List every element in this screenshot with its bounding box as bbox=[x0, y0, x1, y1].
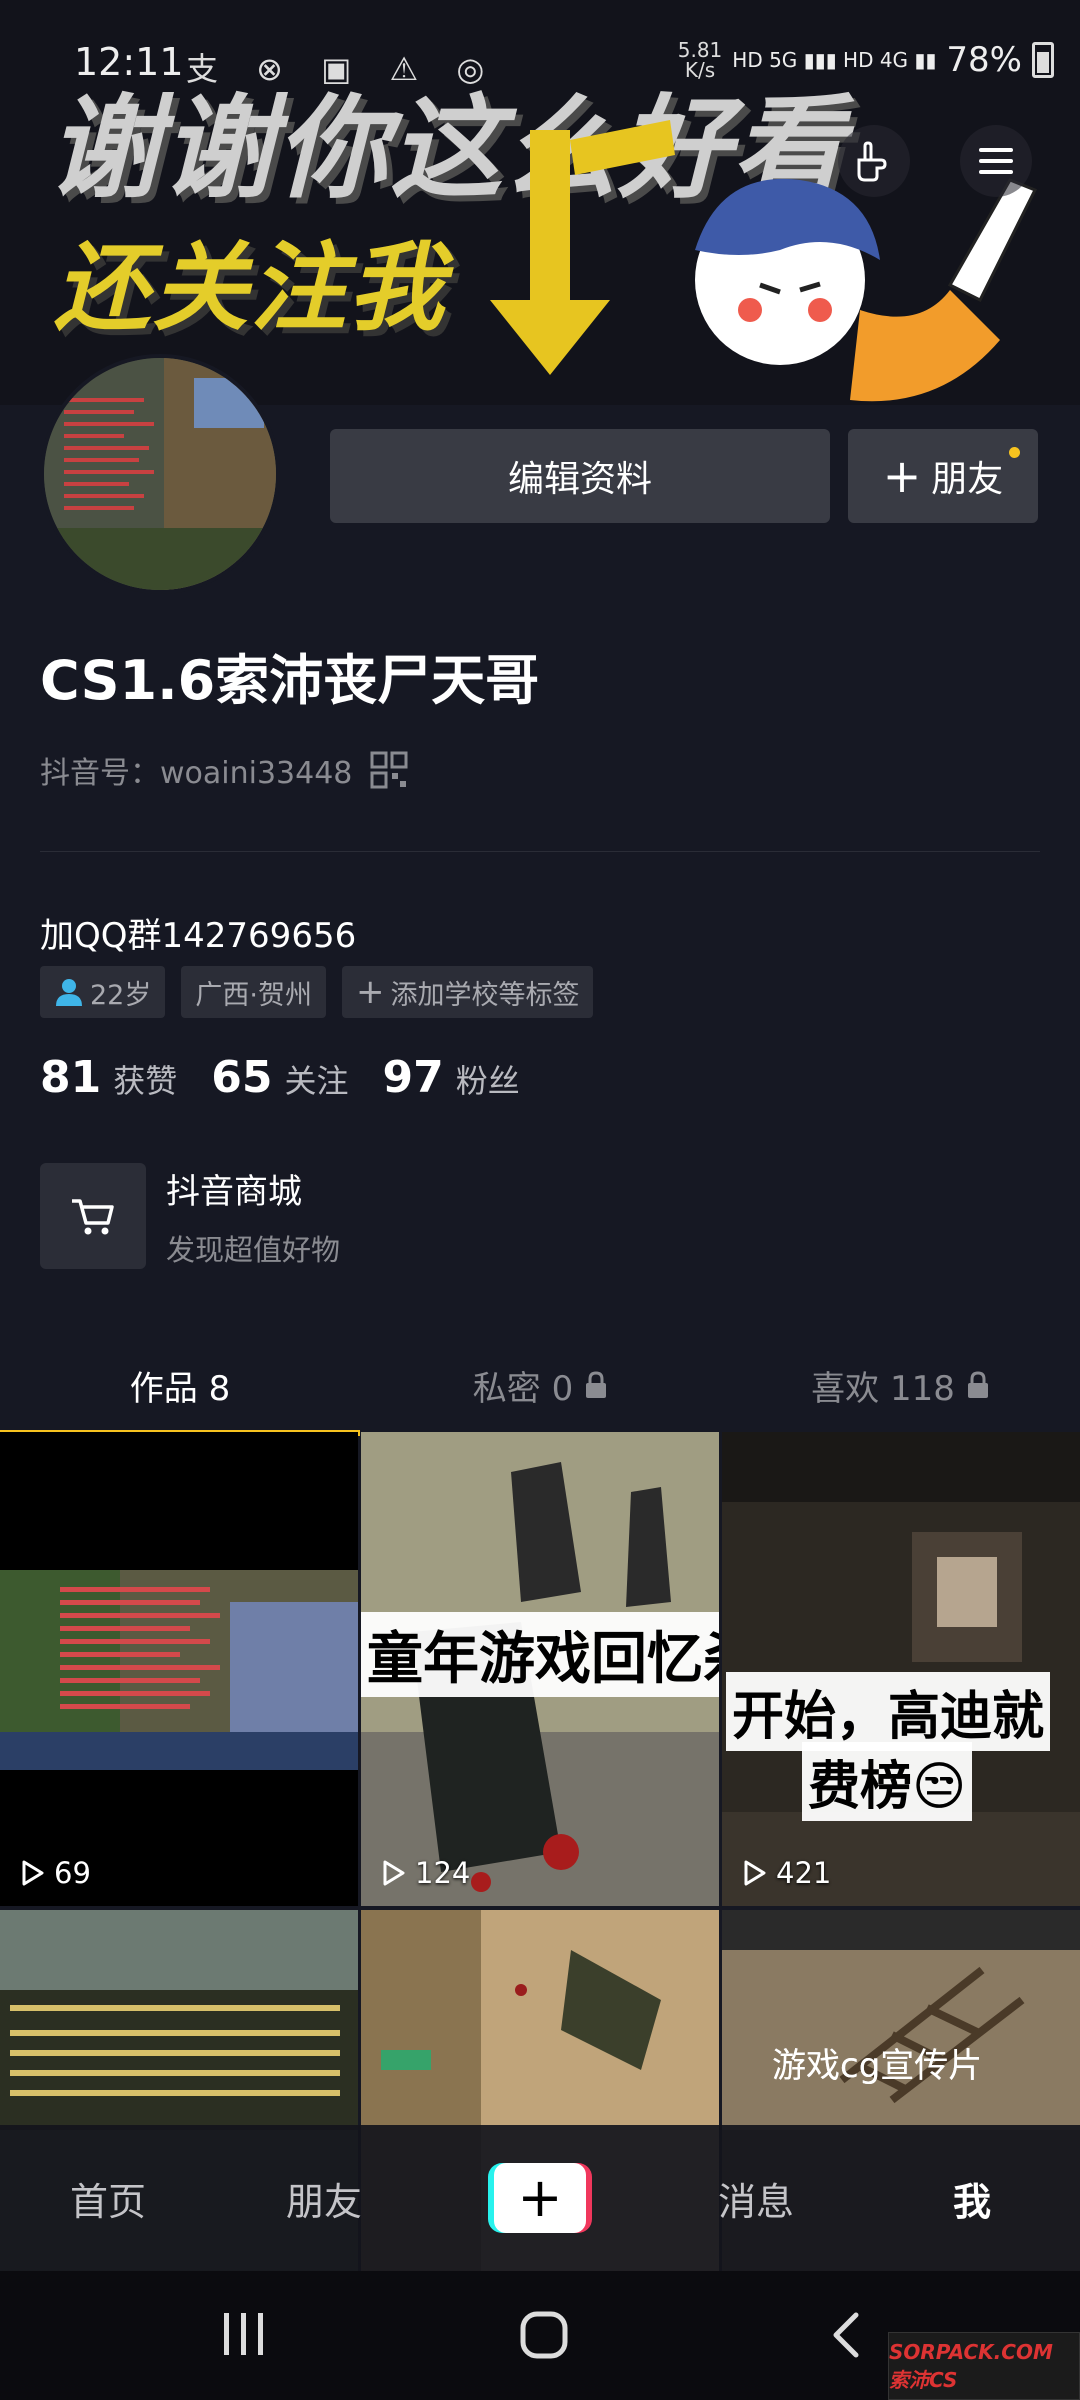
edit-profile-button[interactable]: 编辑资料 bbox=[330, 429, 830, 523]
play-count-value: 124 bbox=[415, 1856, 471, 1890]
plus-icon: + bbox=[494, 2163, 586, 2233]
video-caption-line2: 费榜😒 bbox=[802, 1742, 973, 1821]
avatar-image bbox=[44, 358, 276, 590]
play-icon bbox=[383, 1860, 405, 1886]
add-friend-label: 朋友 bbox=[931, 459, 1004, 500]
recent-apps-icon[interactable] bbox=[222, 2311, 266, 2357]
play-count: 421 bbox=[738, 1856, 831, 1890]
lock-icon bbox=[967, 1371, 988, 1398]
age-tag: 22岁 bbox=[40, 966, 166, 1018]
followers-count: 97 bbox=[382, 1052, 444, 1103]
profile-banner[interactable]: 谢谢你这么好看 还关注我 12:11 支 ⊗ ▣ ⚠ ◎ 5.81 K/s HD… bbox=[0, 0, 1080, 405]
video-thumbnail-image bbox=[722, 1432, 1080, 1906]
notification-icons: 支 ⊗ ▣ ⚠ ◎ bbox=[186, 50, 499, 88]
lock-icon bbox=[586, 1371, 607, 1398]
create-button[interactable]: + bbox=[488, 2163, 592, 2233]
tab-liked-label: 喜欢 118 bbox=[811, 1368, 955, 1409]
play-icon bbox=[22, 1860, 44, 1886]
bottom-nav: 首页 朋友 + 消息 我 bbox=[0, 2125, 1080, 2271]
signal-icons: HD 5G ▮▮▮ HD 4G ▮▮ bbox=[732, 48, 937, 72]
tab-works[interactable]: 作品 8 bbox=[0, 1340, 360, 1436]
stats-row: 81 获赞 65 关注 97 粉丝 bbox=[40, 1052, 520, 1103]
tab-works-label: 作品 8 bbox=[129, 1368, 231, 1409]
profile-name: CS1.6索沛丧尸天哥 bbox=[40, 649, 540, 712]
play-icon bbox=[744, 1860, 766, 1886]
plus-icon: + bbox=[882, 449, 922, 503]
visitor-hand-button[interactable] bbox=[838, 125, 910, 197]
status-time: 12:11 bbox=[74, 40, 184, 84]
play-count-value: 421 bbox=[776, 1856, 832, 1890]
stat-likes[interactable]: 81 获赞 bbox=[40, 1052, 177, 1103]
location-tag-label: 广西·贺州 bbox=[195, 979, 312, 1011]
video-thumbnail[interactable]: 童年游戏回忆杀 124 bbox=[361, 1432, 719, 1906]
status-right: 5.81 K/s HD 5G ▮▮▮ HD 4G ▮▮ 78% bbox=[678, 40, 1054, 80]
shop-entry[interactable]: 抖音商城 发现超值好物 bbox=[40, 1163, 340, 1269]
content-tabs: 作品 8 私密 0 喜欢 118 bbox=[0, 1340, 1080, 1436]
location-tag: 广西·贺州 bbox=[181, 966, 326, 1018]
net-speed-value: 5.81 bbox=[677, 38, 723, 62]
add-school-tag[interactable]: + 添加学校等标签 bbox=[341, 966, 594, 1018]
video-caption-line1: 开始，高迪就 bbox=[726, 1672, 1051, 1751]
person-icon bbox=[56, 979, 82, 1006]
shop-title: 抖音商城 bbox=[166, 1171, 302, 1212]
plus-icon: + bbox=[355, 972, 385, 1012]
followers-label: 粉丝 bbox=[455, 1062, 520, 1100]
play-count: 69 bbox=[16, 1856, 91, 1890]
battery-icon bbox=[1032, 42, 1054, 78]
nav-friends[interactable]: 朋友 bbox=[216, 2171, 432, 2226]
back-icon[interactable] bbox=[830, 2311, 862, 2359]
tab-private[interactable]: 私密 0 bbox=[360, 1340, 720, 1430]
nav-create[interactable]: + bbox=[432, 2163, 648, 2233]
stat-followers[interactable]: 97 粉丝 bbox=[383, 1052, 520, 1103]
nav-me[interactable]: 我 bbox=[864, 2171, 1080, 2226]
notification-dot bbox=[1009, 447, 1020, 458]
following-count: 65 bbox=[211, 1052, 273, 1103]
video-thumbnail[interactable]: 开始，高迪就 费榜😒 421 bbox=[722, 1432, 1080, 1906]
net-speed: 5.81 K/s bbox=[678, 40, 723, 80]
divider bbox=[40, 851, 1040, 852]
add-friend-button[interactable]: + 朋友 bbox=[848, 429, 1038, 523]
play-count: 124 bbox=[377, 1856, 470, 1890]
menu-button[interactable] bbox=[960, 125, 1032, 197]
douyin-id-row[interactable]: 抖音号：woaini33448 bbox=[40, 748, 408, 792]
nav-home[interactable]: 首页 bbox=[0, 2171, 216, 2226]
age-tag-label: 22岁 bbox=[90, 979, 152, 1011]
hand-pointer-icon bbox=[857, 141, 887, 182]
status-bar: 12:11 支 ⊗ ▣ ⚠ ◎ 5.81 K/s HD 5G ▮▮▮ HD 4G… bbox=[0, 0, 1080, 120]
video-thumbnail-image bbox=[0, 1570, 358, 1770]
play-count-value: 69 bbox=[54, 1856, 91, 1890]
net-speed-unit: K/s bbox=[684, 58, 716, 82]
profile-bio: 加QQ群142769656 bbox=[40, 916, 357, 956]
menu-icon bbox=[979, 141, 1013, 181]
shop-subtitle: 发现超值好物 bbox=[166, 1232, 341, 1267]
nav-messages[interactable]: 消息 bbox=[648, 2171, 864, 2226]
banner-text-line2: 还关注我 bbox=[54, 232, 446, 344]
qr-code-icon[interactable] bbox=[370, 751, 408, 789]
video-caption: 游戏cg宣传片 bbox=[772, 2046, 983, 2086]
add-school-tag-label: 添加学校等标签 bbox=[390, 979, 580, 1011]
video-caption: 童年游戏回忆杀 bbox=[361, 1612, 719, 1697]
site-watermark-logo: SORPACK.COM 索沛CS bbox=[888, 2332, 1080, 2400]
likes-label: 获赞 bbox=[113, 1062, 178, 1100]
stat-following[interactable]: 65 关注 bbox=[211, 1052, 348, 1103]
tab-private-label: 私密 0 bbox=[472, 1368, 574, 1409]
home-icon[interactable] bbox=[520, 2311, 568, 2359]
video-thumbnail[interactable]: 69 bbox=[0, 1432, 358, 1906]
cart-icon bbox=[40, 1163, 146, 1269]
profile-tags: 22岁 广西·贺州 + 添加学校等标签 bbox=[40, 966, 594, 1018]
avatar[interactable] bbox=[40, 354, 280, 594]
douyin-id: 抖音号：woaini33448 bbox=[40, 756, 353, 791]
following-label: 关注 bbox=[284, 1062, 349, 1100]
battery-percent: 78% bbox=[946, 40, 1022, 80]
likes-count: 81 bbox=[40, 1052, 102, 1103]
tab-liked[interactable]: 喜欢 118 bbox=[720, 1340, 1080, 1430]
